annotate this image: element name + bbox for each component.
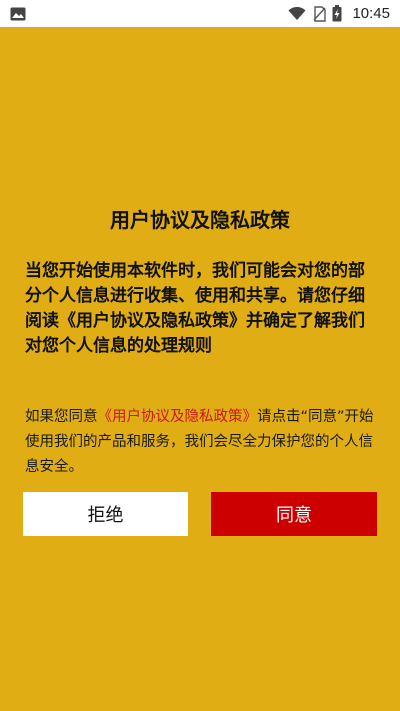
status-time: 10:45 xyxy=(352,5,390,22)
sim-icon xyxy=(312,5,327,22)
battery-charging-icon xyxy=(332,5,342,22)
agreement-link[interactable]: 《用户协议及隐私政策》 xyxy=(98,409,258,425)
reject-button[interactable]: 拒绝 xyxy=(23,492,188,536)
image-icon xyxy=(10,7,26,21)
status-bar: 10:45 xyxy=(0,0,400,27)
dialog-summary: 当您开始使用本软件时，我们可能会对您的部分个人信息进行收集、使用和共享。请您仔细… xyxy=(25,261,365,356)
notice-prefix: 如果您同意 xyxy=(25,409,98,425)
agree-button[interactable]: 同意 xyxy=(211,492,377,536)
dialog-notice: 如果您同意《用户协议及隐私政策》请点击“同意”开始使用我们的产品和服务，我们会尽… xyxy=(25,405,377,480)
privacy-dialog: 用户协议及隐私政策 当您开始使用本软件时，我们可能会对您的部分个人信息进行收集、… xyxy=(0,27,400,711)
dialog-title: 用户协议及隐私政策 xyxy=(110,208,290,232)
wifi-icon xyxy=(288,6,306,21)
